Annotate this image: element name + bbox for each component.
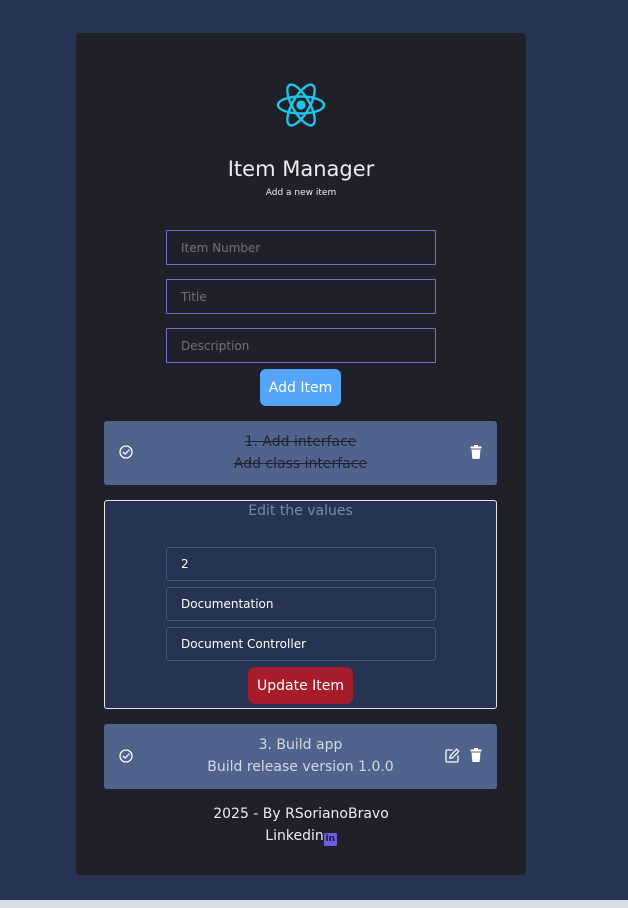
page-subtitle: Add a new item xyxy=(265,188,337,198)
update-item-button[interactable]: Update Item xyxy=(248,667,353,704)
linkedin-label: Linkedin xyxy=(265,828,324,844)
edit-item-number-input[interactable] xyxy=(166,547,436,581)
edit-heading: Edit the values xyxy=(248,503,353,519)
description-input[interactable] xyxy=(166,328,436,363)
edit-title-input[interactable] xyxy=(166,587,436,621)
item-description: Build release version 1.0.0 xyxy=(207,759,394,775)
item-number-title: 1. Add interface xyxy=(244,434,357,450)
window-bottom-edge xyxy=(0,900,628,908)
page-title: Item Manager xyxy=(227,157,375,181)
item-number-title: 3. Build app xyxy=(258,737,343,753)
check-circle-icon[interactable] xyxy=(119,749,133,763)
item-text: 3. Build app Build release version 1.0.0 xyxy=(144,734,457,778)
add-item-button[interactable]: Add Item xyxy=(260,369,341,406)
edit-item-panel: Edit the values Update Item xyxy=(104,500,497,709)
trash-icon[interactable] xyxy=(470,445,482,459)
check-circle-icon[interactable] xyxy=(119,445,133,459)
list-item: 3. Build app Build release version 1.0.0 xyxy=(104,724,497,789)
title-input[interactable] xyxy=(166,279,436,314)
item-description: Add class interface xyxy=(233,456,368,472)
list-item: 1. Add interface Add class interface xyxy=(104,421,497,485)
linkedin-icon: in xyxy=(323,833,337,846)
edit-icon[interactable] xyxy=(445,748,460,763)
react-logo-icon xyxy=(276,83,326,127)
edit-description-input[interactable] xyxy=(166,627,436,661)
item-number-input[interactable] xyxy=(166,230,436,265)
footer: 2025 - By RSorianoBravo Linkedin in xyxy=(76,803,526,847)
footer-credit: 2025 - By RSorianoBravo xyxy=(213,806,389,822)
item-text: 1. Add interface Add class interface xyxy=(144,431,457,475)
trash-icon[interactable] xyxy=(470,748,482,762)
linkedin-link[interactable]: Linkedin in xyxy=(265,828,337,846)
item-manager-card: Item Manager Add a new item Add Item 1. … xyxy=(76,33,526,875)
